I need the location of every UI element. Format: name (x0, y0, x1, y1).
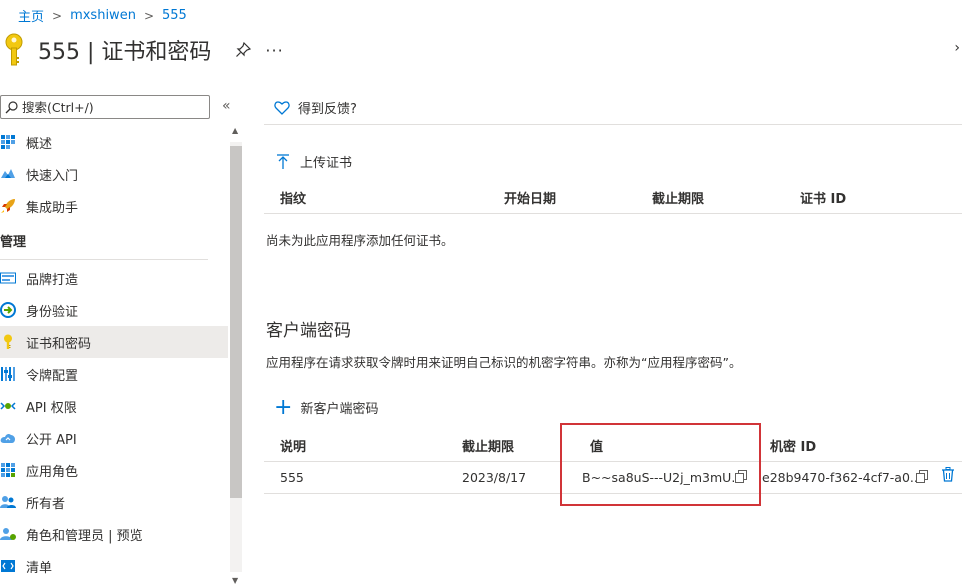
value-column-highlight (560, 423, 761, 506)
scrollbar-thumb[interactable] (230, 146, 242, 498)
heart-icon (274, 100, 290, 115)
upload-certificate-button[interactable]: 上传证书 (276, 152, 352, 171)
sidebar-nav: 概述 快速入门 集成助手 管理 品牌打造 身份验证 证书和密码 令牌配置 API… (0, 126, 228, 582)
manifest-icon (0, 558, 16, 574)
sidebar-item-overview[interactable]: 概述 (0, 126, 228, 158)
key-icon (5, 33, 23, 66)
sidebar-scrollbar[interactable]: ▲ ▼ (230, 126, 242, 585)
app-roles-icon (0, 462, 16, 478)
copy-icon (916, 470, 928, 483)
plus-icon: + (274, 394, 293, 420)
feedback-label: 得到反馈? (298, 102, 357, 117)
column-header-description[interactable]: 说明 (280, 436, 306, 455)
breadcrumb-home[interactable]: 主页 (18, 6, 44, 25)
scroll-up-icon[interactable]: ▲ (232, 126, 238, 135)
breadcrumb-tenant[interactable]: mxshiwen (70, 8, 136, 23)
search-icon (5, 100, 18, 113)
delete-secret-button[interactable] (941, 467, 955, 485)
breadcrumb-app[interactable]: 555 (162, 8, 187, 23)
trash-icon (942, 467, 954, 482)
certificates-empty-message: 尚未为此应用程序添加任何证书。 (266, 233, 454, 248)
sidebar-item-label: 应用角色 (26, 464, 79, 480)
sidebar-item-label: 所有者 (26, 496, 66, 512)
pin-icon[interactable] (235, 42, 252, 58)
breadcrumb-separator: > (143, 8, 154, 23)
sidebar-item-api-permissions[interactable]: API 权限 (0, 390, 228, 422)
roles-admins-icon (0, 526, 16, 542)
new-client-secret-label: 新客户端密码 (300, 402, 379, 417)
column-header-thumbprint[interactable]: 指纹 (280, 188, 306, 207)
more-options-button[interactable]: ··· (265, 41, 283, 60)
sidebar-item-branding[interactable]: 品牌打造 (0, 262, 228, 294)
column-header-expires[interactable]: 截止期限 (462, 436, 514, 455)
new-client-secret-button[interactable]: + 新客户端密码 (274, 394, 379, 420)
sidebar-item-label: 角色和管理员 | 预览 (26, 528, 143, 544)
section-header-manage: 管理 (0, 222, 208, 260)
sidebar-item-app-roles[interactable]: 应用角色 (0, 454, 228, 486)
page-header: 555 | 证书和密码 ··· › (0, 32, 962, 68)
rocket-icon (0, 198, 16, 214)
copy-secret-id-button[interactable] (916, 468, 928, 483)
sidebar-item-label: 概述 (26, 136, 53, 152)
api-permissions-icon (0, 398, 16, 414)
column-header-secret-id[interactable]: 机密 ID (770, 436, 816, 455)
sidebar: « 概述 快速入门 (0, 92, 244, 585)
column-header-start-date[interactable]: 开始日期 (504, 188, 556, 207)
owners-icon (0, 494, 16, 510)
overview-icon (0, 134, 16, 150)
page-title: 555 | 证书和密码 (38, 40, 212, 65)
breadcrumb: 主页 > mxshiwen > 555 (18, 6, 187, 25)
sidebar-item-label: 快速入门 (26, 168, 79, 184)
quickstart-icon (0, 166, 16, 182)
divider (264, 124, 962, 125)
sidebar-item-label: 清单 (26, 560, 53, 576)
authentication-icon (0, 302, 16, 318)
feedback-button[interactable]: 得到反馈? (274, 98, 357, 117)
sidebar-item-label: 证书和密码 (26, 336, 92, 352)
upload-icon (277, 153, 289, 169)
sidebar-item-expose-api[interactable]: 公开 API (0, 422, 228, 454)
secret-description: 555 (280, 470, 304, 485)
sidebar-item-label: 令牌配置 (26, 368, 79, 384)
branding-icon (0, 270, 16, 286)
sidebar-item-roles-admins[interactable]: 角色和管理员 | 预览 (0, 518, 228, 550)
search-input[interactable] (22, 99, 202, 115)
token-icon (0, 366, 16, 382)
sidebar-item-quickstart[interactable]: 快速入门 (0, 158, 228, 190)
sidebar-item-label: 品牌打造 (26, 272, 79, 288)
collapse-sidebar-button[interactable]: « (222, 98, 231, 114)
upload-certificate-label: 上传证书 (300, 156, 353, 171)
sidebar-item-authentication[interactable]: 身份验证 (0, 294, 228, 326)
search-box[interactable] (0, 95, 210, 119)
cloud-icon (0, 430, 16, 446)
sidebar-item-integration-assistant[interactable]: 集成助手 (0, 190, 228, 222)
secret-expires: 2023/8/17 (462, 470, 527, 485)
column-header-certificate-id[interactable]: 证书 ID (800, 188, 846, 207)
sidebar-item-owners[interactable]: 所有者 (0, 486, 228, 518)
column-header-expires[interactable]: 截止期限 (652, 188, 704, 207)
scroll-down-icon[interactable]: ▼ (232, 576, 238, 585)
sidebar-item-manifest[interactable]: 清单 (0, 550, 228, 582)
sidebar-item-label: API 权限 (26, 400, 77, 416)
sidebar-item-token-configuration[interactable]: 令牌配置 (0, 358, 228, 390)
sidebar-item-label: 公开 API (26, 432, 77, 448)
section-title-client-secrets: 客户端密码 (266, 321, 351, 341)
chevron-right-icon[interactable]: › (954, 40, 960, 56)
certificates-table-header: 指纹 开始日期 截止期限 证书 ID (264, 182, 962, 214)
sidebar-item-label: 身份验证 (26, 304, 79, 320)
secret-id: e28b9470-f362-4cf7-a0... (762, 470, 922, 485)
sidebar-item-certificates-secrets[interactable]: 证书和密码 (0, 326, 228, 358)
key-icon (0, 334, 16, 350)
breadcrumb-separator: > (52, 8, 63, 23)
sidebar-item-label: 集成助手 (26, 200, 79, 216)
client-secrets-description: 应用程序在请求获取令牌时用来证明自己标识的机密字符串。亦称为“应用程序密码”。 (266, 355, 742, 370)
